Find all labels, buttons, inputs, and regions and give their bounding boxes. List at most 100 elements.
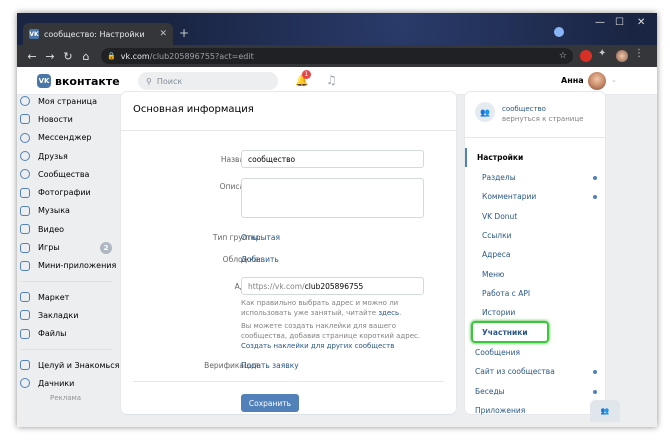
sidebar-item-friends[interactable]: Друзья xyxy=(20,147,120,165)
address-prefix: https://vk.com/ xyxy=(248,282,305,291)
verification-link[interactable]: Подать заявку xyxy=(241,361,299,370)
notification-count-badge: 1 xyxy=(302,70,311,79)
vk-header: VK вконтакте ⚲ Поиск 🔔 1 ♫ Анна ⌄ xyxy=(17,67,657,95)
group-type-link[interactable]: Открытая xyxy=(241,233,280,242)
reload-icon[interactable]: ↻ xyxy=(59,50,77,63)
stickers-link[interactable]: Создать наклейки для других сообществ xyxy=(241,342,394,350)
nav-messages[interactable]: Сообщения xyxy=(465,343,605,362)
nav-comments[interactable]: Комментарии xyxy=(465,187,605,206)
nav-apps[interactable]: Приложения xyxy=(465,401,605,420)
address-bar[interactable]: 🔒 vk.com /club205896755?act=edit ☆ xyxy=(101,48,573,64)
tab-close-icon[interactable]: ✕ xyxy=(159,29,167,39)
forward-icon[interactable]: → xyxy=(41,50,59,63)
status-dot xyxy=(593,194,597,199)
back-icon[interactable]: ← xyxy=(23,50,41,63)
browser-menu-icon[interactable]: ⋮ xyxy=(634,48,644,60)
extension-red-icon[interactable] xyxy=(580,50,592,62)
nav-settings[interactable]: Настройки xyxy=(465,148,605,168)
sidebar-item-label: Моя страница xyxy=(38,96,97,106)
nav-vk-donut[interactable]: VK Donut xyxy=(465,207,605,226)
chat-bubble-icon xyxy=(20,132,30,143)
nav-api[interactable]: Работа с API xyxy=(465,284,605,303)
ads-label[interactable]: Реклама xyxy=(50,394,120,402)
profile-avatar-icon[interactable] xyxy=(616,50,628,62)
sidebar-item-label: Маркет xyxy=(38,292,70,302)
nav-label: Сообщения xyxy=(475,348,521,358)
browser-tab[interactable]: VK сообщество: Настройки ✕ xyxy=(23,23,173,45)
name-input[interactable]: сообщество xyxy=(241,150,424,168)
sidebar-item-bookmarks[interactable]: Закладки xyxy=(20,306,120,324)
menu-divider xyxy=(20,348,112,350)
sidebar-item-label: Файлы xyxy=(38,329,67,339)
music-icon[interactable]: ♫ xyxy=(326,73,337,87)
new-tab-icon[interactable]: + xyxy=(179,26,189,40)
sidebar-item-music[interactable]: Музыка xyxy=(20,202,120,220)
tab-search-icon[interactable] xyxy=(554,27,564,37)
user-name[interactable]: Анна xyxy=(561,76,584,85)
game-icon xyxy=(20,378,30,389)
sidebar-item-label: Игры xyxy=(38,243,60,253)
close-window-icon[interactable]: ✕ xyxy=(637,17,645,28)
nav-menu[interactable]: Меню xyxy=(465,265,605,284)
address-help-link[interactable]: здесь xyxy=(378,309,399,317)
nav-stories[interactable]: Истории xyxy=(465,303,605,322)
maximize-icon[interactable]: ☐ xyxy=(615,17,624,28)
nav-links[interactable]: Ссылки xyxy=(465,226,605,245)
sidebar-item-photos[interactable]: Фотографии xyxy=(20,183,120,201)
chat-widget-icon[interactable]: 👥 xyxy=(590,400,620,422)
chevron-down-icon[interactable]: ⌄ xyxy=(611,76,617,84)
sidebar-item-communities[interactable]: Сообщества xyxy=(20,165,120,183)
nav-chats[interactable]: Беседы xyxy=(465,382,605,401)
vk-logo-text: вконтакте xyxy=(55,74,120,88)
status-dot xyxy=(593,369,597,374)
sidebar-item-app-kiss[interactable]: Целуй и Знакомься xyxy=(20,356,120,374)
main-info-panel: Основная информация Название: сообщество… xyxy=(121,92,456,414)
photo-icon xyxy=(20,187,30,198)
group-avatar-icon[interactable]: 👥 xyxy=(475,102,495,122)
file-icon xyxy=(20,328,30,339)
group-name[interactable]: сообщество xyxy=(502,105,546,113)
gamepad-icon xyxy=(20,242,30,253)
tab-title: сообщество: Настройки xyxy=(44,29,145,39)
sidebar-item-mini-apps[interactable]: Мини-приложения xyxy=(20,257,120,275)
sidebar-item-app-dachniki[interactable]: Дачники xyxy=(20,374,120,392)
sidebar-item-news[interactable]: Новости xyxy=(20,110,120,128)
cover-add-link[interactable]: Добавить xyxy=(241,255,279,264)
nav-label: Меню xyxy=(482,270,505,280)
sidebar-item-label: Мессенджер xyxy=(38,133,92,143)
nav-addresses[interactable]: Адреса xyxy=(465,245,605,264)
sidebar-item-market[interactable]: Маркет xyxy=(20,288,120,306)
group-header: 👥 сообщество вернуться к странице xyxy=(465,92,605,138)
extensions-puzzle-icon[interactable]: ✦ xyxy=(598,48,610,60)
sidebar-item-label: Новости xyxy=(38,114,73,124)
address-input[interactable]: https://vk.com/club205896755 xyxy=(241,277,424,295)
description-textarea[interactable] xyxy=(241,178,424,218)
vk-search-input[interactable]: ⚲ Поиск xyxy=(138,72,278,90)
vk-logo-icon: VK xyxy=(37,74,51,88)
vk-logo[interactable]: VK вконтакте xyxy=(37,74,120,88)
save-button[interactable]: Сохранить xyxy=(241,394,299,412)
divider xyxy=(133,381,444,382)
sidebar-item-label: Дачники xyxy=(38,378,75,388)
sidebar-item-files[interactable]: Файлы xyxy=(20,325,120,343)
bookmark-star-icon[interactable]: ☆ xyxy=(559,51,567,61)
left-menu: Моя страница Новости Мессенджер Друзья С… xyxy=(20,92,120,402)
friends-icon xyxy=(20,151,30,162)
user-avatar[interactable] xyxy=(588,72,606,90)
sidebar-item-messenger[interactable]: Мессенджер xyxy=(20,129,120,147)
nav-label: VK Donut xyxy=(482,212,518,222)
star-icon xyxy=(20,310,30,321)
settings-nav-panel: 👥 сообщество вернуться к странице Настро… xyxy=(465,92,605,415)
divider xyxy=(121,130,456,131)
home-icon[interactable]: ⌂ xyxy=(77,50,95,63)
minimize-icon[interactable]: — xyxy=(595,17,605,28)
nav-site-from-community[interactable]: Сайт из сообщества xyxy=(465,362,605,381)
sidebar-item-video[interactable]: Видео xyxy=(20,220,120,238)
sidebar-item-label: Целуй и Знакомься xyxy=(38,360,120,370)
back-to-page-link[interactable]: вернуться к странице xyxy=(502,115,583,123)
nav-sections[interactable]: Разделы xyxy=(465,168,605,187)
sidebar-item-games[interactable]: Игры 2 xyxy=(20,238,120,256)
nav-label: Комментарии xyxy=(482,192,537,202)
stickers-note-text: Вы можете создать наклейки для вашего со… xyxy=(241,322,421,341)
sidebar-item-my-page[interactable]: Моя страница xyxy=(20,92,120,110)
